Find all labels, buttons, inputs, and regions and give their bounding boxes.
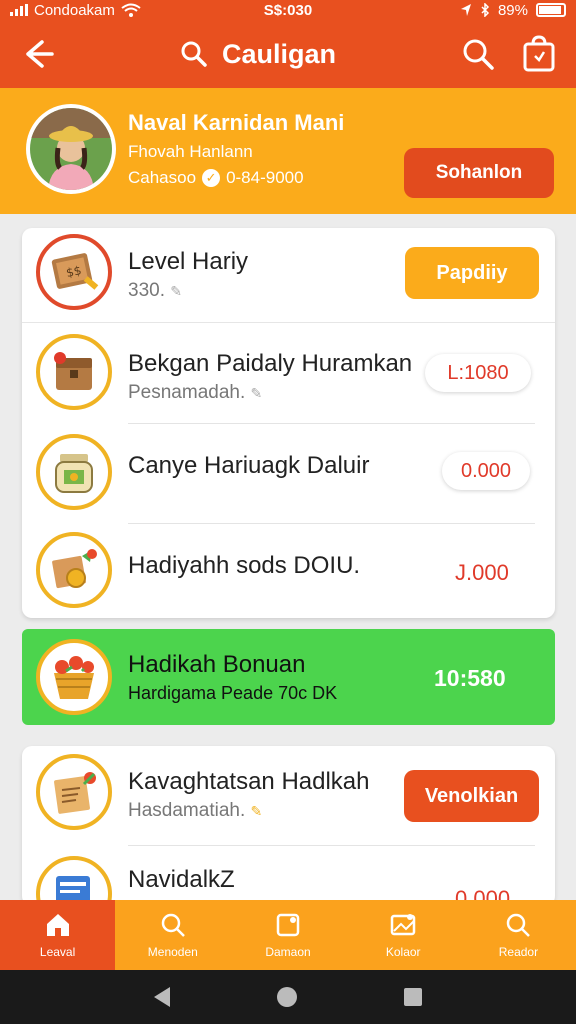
list-item[interactable]: Bekgan Paidaly Huramkan Pesnamadah. ✎ L:… — [22, 328, 555, 424]
nav-label: Damaon — [265, 945, 311, 959]
battery-percent: 89% — [497, 1, 528, 19]
page-title: Cauligan — [222, 38, 337, 69]
image-icon — [390, 914, 416, 936]
status-time: S$:030 — [263, 1, 313, 19]
list-item[interactable]: Hadiyahh sods DOIU. J.000 — [22, 528, 555, 618]
profile-meta-left: Cahasoo — [128, 168, 197, 187]
avatar-photo — [30, 108, 112, 190]
status-bar: Condoakam S$:030 89% — [0, 0, 576, 20]
treasure-box-icon: $$ — [36, 234, 112, 310]
nav-item-damaon[interactable]: Damaon — [230, 900, 345, 970]
search-icon[interactable] — [460, 36, 496, 72]
pin-icon: ✎ — [250, 803, 263, 819]
list-item[interactable]: $$ Level Hariy 330. ✎ Papdiiy — [22, 228, 555, 322]
list-item-title: Bekgan Paidaly Huramkan — [128, 350, 413, 377]
list-item-title: Canye Hariuagk Daluir — [128, 452, 370, 479]
system-back-icon[interactable] — [153, 987, 170, 1007]
reward-value: 0.000 — [442, 452, 530, 490]
list-item-title: Level Hariy — [128, 248, 249, 275]
list-item[interactable]: NavidalkZ 0.000 — [22, 850, 555, 906]
document-icon — [36, 856, 112, 906]
search-icon — [507, 913, 531, 937]
list-item-sub: Pesnamadah. ✎ — [128, 382, 263, 403]
bonus-sub: Hardigama Peade 70c DK — [128, 683, 338, 703]
nav-label: Kolaor — [385, 945, 421, 959]
coin-jar-icon — [36, 434, 112, 510]
profile-name: Naval Karnidan Mani — [128, 110, 345, 135]
list-item[interactable]: Canye Hariuagk Daluir 0.000 — [22, 428, 555, 524]
search-icon[interactable] — [180, 40, 208, 68]
avatar[interactable] — [26, 104, 116, 194]
app-bar: Cauligan — [0, 20, 576, 88]
system-home-icon[interactable] — [276, 987, 297, 1007]
shopping-bag-icon[interactable] — [520, 34, 558, 74]
list-item-title: NavidalkZ — [128, 866, 235, 893]
level-action-button[interactable]: Papdiiy — [405, 247, 539, 299]
redeem-button[interactable]: Venolkian — [404, 770, 539, 822]
pin-icon: ✎ — [170, 283, 182, 299]
gift-card-icon — [36, 754, 112, 830]
bottom-list-card: Kavaghtatsan Hadlkah Hasdamatiah. ✎ Veno… — [22, 746, 555, 906]
profile-meta: Cahasoo ✓ 0-84-9000 — [128, 168, 304, 188]
wifi-icon — [121, 3, 141, 17]
profile-meta-right: 0-84-9000 — [226, 168, 304, 187]
list-item-sub: 330. ✎ — [128, 280, 182, 301]
reward-value: L:1080 — [425, 354, 531, 392]
list-item-title: Kavaghtatsan Hadlkah — [128, 768, 370, 795]
reward-value: J.000 — [455, 560, 509, 585]
profile-action-button[interactable]: Sohanlon — [404, 148, 554, 198]
nav-item-kolaor[interactable]: Kolaor — [346, 900, 461, 970]
system-recents-icon[interactable] — [404, 988, 423, 1006]
gift-coin-icon — [36, 532, 112, 608]
nav-label: Leaval — [39, 945, 76, 959]
bonus-highlight-card[interactable]: Hadikah Bonuan Hardigama Peade 70c DK 10… — [22, 629, 555, 725]
list-item-title: Hadiyahh sods DOIU. — [128, 552, 361, 579]
location-icon — [460, 4, 471, 16]
pin-icon: ✎ — [250, 385, 263, 401]
nav-label: Menoden — [147, 945, 198, 959]
system-navigation-bar — [0, 970, 576, 1024]
battery-icon — [535, 3, 566, 17]
bluetooth-icon — [481, 3, 490, 17]
carrier-label: Condoakam — [34, 1, 115, 19]
nav-label: Reador — [498, 945, 539, 959]
list-item-sub: Hasdamatiah. ✎ — [128, 800, 263, 821]
chest-icon — [36, 334, 112, 410]
home-icon — [46, 914, 69, 936]
bonus-value: 10:580 — [434, 665, 506, 691]
search-icon — [161, 913, 185, 937]
nav-item-menoden[interactable]: Menoden — [115, 900, 230, 970]
nav-item-reador[interactable]: Reador — [461, 900, 576, 970]
bonus-title: Hadikah Bonuan — [128, 651, 306, 678]
signal-icon — [10, 4, 28, 16]
profile-subtitle: Fhovah Hanlann — [128, 142, 253, 161]
list-item[interactable]: Kavaghtatsan Hadlkah Hasdamatiah. ✎ Veno… — [22, 746, 555, 846]
verified-icon: ✓ — [202, 169, 221, 187]
bottom-navigation: Leaval Menoden Damaon Kolaor Reador — [0, 900, 576, 970]
rewards-list-card: $$ Level Hariy 330. ✎ Papdiiy Bekgan Pai… — [22, 228, 555, 618]
profile-header: Naval Karnidan Mani Fhovah Hanlann Cahas… — [0, 88, 576, 214]
back-arrow-icon[interactable] — [18, 34, 58, 74]
flower-basket-icon — [36, 639, 112, 715]
badge-icon — [276, 913, 300, 937]
nav-item-level[interactable]: Leaval — [0, 900, 116, 970]
